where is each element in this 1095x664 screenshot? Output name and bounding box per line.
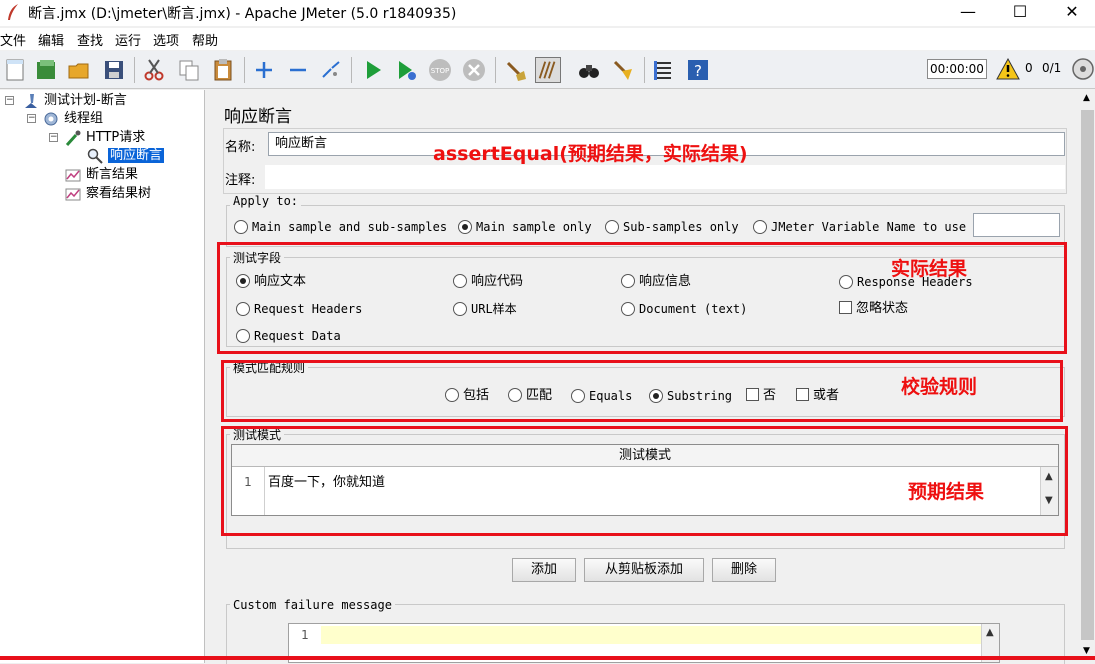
tree-item-view-results-tree[interactable]: 察看结果树 — [64, 185, 151, 203]
menu-options[interactable]: 选项 — [153, 28, 179, 51]
highlight-bottom-line — [0, 656, 1095, 660]
apply-jmeter-variable-radio[interactable]: JMeter Variable Name to use — [753, 218, 966, 236]
toolbar: STOP ? 00:00:00 0 0/1 — [0, 51, 1095, 89]
tree-item-label: 测试计划-断言 — [44, 93, 127, 108]
toggle-icon[interactable] — [318, 57, 344, 83]
window-title: 断言.jmx (D:\jmeter\断言.jmx) - Apache JMete… — [28, 6, 457, 22]
close-button[interactable]: ✕ — [1049, 0, 1095, 26]
svg-text:?: ? — [694, 62, 702, 80]
apply-main-only-radio[interactable]: Main sample only — [458, 218, 592, 236]
clear-icon[interactable] — [502, 57, 528, 83]
magnifier-icon — [87, 148, 103, 164]
start-icon[interactable] — [360, 57, 386, 83]
tree-item-label: 线程组 — [64, 111, 104, 126]
menu-find[interactable]: 查找 — [77, 28, 103, 51]
expand-icon[interactable] — [251, 57, 277, 83]
save-icon[interactable] — [101, 57, 127, 83]
annotation-actual-result: 实际结果 — [891, 258, 968, 280]
annotation-expected-result: 预期结果 — [908, 481, 985, 503]
help-icon[interactable]: ? — [685, 57, 711, 83]
apply-sub-only-radio[interactable]: Sub-samples only — [605, 218, 739, 236]
add-from-clipboard-button[interactable]: 从剪贴板添加 — [584, 558, 704, 582]
tree-item-http-request[interactable]: HTTP请求 — [64, 129, 145, 147]
maximize-button[interactable]: ☐ — [997, 0, 1043, 26]
comment-label: 注释: — [225, 173, 256, 188]
elapsed-timer: 00:00:00 — [927, 59, 987, 79]
name-label: 名称: — [225, 140, 256, 155]
test-plan-tree: − 测试计划-断言 − 线程组 − HTTP请求 响应断言 断言结果 察看结果树 — [0, 90, 205, 663]
active-threads-ratio: 0/1 — [1042, 61, 1062, 75]
jmeter-variable-input[interactable] — [973, 213, 1060, 237]
comment-field[interactable] — [265, 165, 1065, 189]
function-helper-icon[interactable] — [651, 57, 677, 83]
collapse-icon[interactable] — [285, 57, 311, 83]
menu-run[interactable]: 运行 — [115, 28, 141, 51]
pipette-icon — [65, 130, 81, 146]
scrollbar-thumb[interactable] — [1081, 110, 1094, 640]
copy-icon[interactable] — [176, 57, 202, 83]
scroll-up-icon[interactable]: ▲ — [1083, 93, 1090, 103]
tree-expander[interactable]: − — [27, 114, 36, 123]
scroll-down-icon[interactable]: ▼ — [1083, 646, 1090, 656]
tree-item-label: 察看结果树 — [86, 186, 152, 201]
tree-item-label: 断言结果 — [86, 167, 139, 182]
scroll-up-icon[interactable]: ▲ — [986, 627, 994, 638]
shutdown-icon[interactable] — [461, 57, 487, 83]
tree-item-assertion-results[interactable]: 断言结果 — [64, 166, 138, 184]
tree-item-thread-group[interactable]: 线程组 — [42, 110, 103, 128]
search-binoculars-icon[interactable] — [576, 57, 602, 83]
paste-icon[interactable] — [210, 57, 236, 83]
jmeter-feather-icon — [8, 4, 18, 20]
start-no-pauses-icon[interactable] — [393, 57, 419, 83]
status-gear-icon — [1072, 58, 1094, 80]
custom-failure-text[interactable] — [321, 626, 981, 644]
title-bar: 断言.jmx (D:\jmeter\断言.jmx) - Apache JMete… — [0, 0, 1095, 26]
reset-search-broom-icon[interactable] — [610, 57, 636, 83]
tree-item-label: HTTP请求 — [86, 130, 146, 145]
gear-icon — [44, 112, 58, 125]
menu-file[interactable]: 文件 — [0, 28, 26, 51]
tree-expander[interactable]: − — [49, 133, 58, 142]
annotation-rule: 校验规则 — [901, 376, 978, 398]
tree-expander[interactable]: − — [5, 96, 14, 105]
add-button[interactable]: 添加 — [512, 558, 576, 582]
panel-scrollbar[interactable]: ▲ ▼ — [1080, 90, 1095, 663]
warning-count: 0 — [1025, 61, 1033, 75]
apply-to-title: Apply to: — [230, 194, 302, 208]
tree-item-test-plan[interactable]: 测试计划-断言 — [22, 92, 127, 110]
templates-icon[interactable] — [33, 57, 59, 83]
menu-help[interactable]: 帮助 — [192, 28, 218, 51]
delete-button[interactable]: 删除 — [712, 558, 776, 582]
warning-icon[interactable] — [996, 58, 1020, 80]
graph-listener-icon — [65, 188, 81, 200]
new-file-icon[interactable] — [2, 57, 28, 83]
tree-item-response-assertion[interactable]: 响应断言 — [86, 147, 165, 165]
svg-text:STOP: STOP — [431, 67, 449, 75]
test-plan-icon — [25, 93, 37, 108]
stop-icon[interactable]: STOP — [427, 57, 453, 83]
cut-icon[interactable] — [141, 57, 167, 83]
tree-item-label: 响应断言 — [108, 148, 165, 163]
page-title: 响应断言 — [224, 107, 292, 127]
minimize-button[interactable]: — — [945, 0, 991, 26]
custom-failure-title: Custom failure message — [230, 598, 395, 612]
graph-listener-icon — [65, 169, 81, 181]
line-number: 1 — [301, 628, 309, 642]
apply-main-and-sub-radio[interactable]: Main sample and sub-samples — [234, 218, 447, 236]
clear-all-icon[interactable] — [535, 57, 561, 83]
menu-edit[interactable]: 编辑 — [38, 28, 64, 51]
menu-bar: 文件 编辑 查找 运行 选项 帮助 — [0, 28, 1095, 50]
annotation-assert-equal: assertEqual(预期结果，实际结果) — [433, 143, 748, 165]
open-folder-icon[interactable] — [66, 57, 92, 83]
